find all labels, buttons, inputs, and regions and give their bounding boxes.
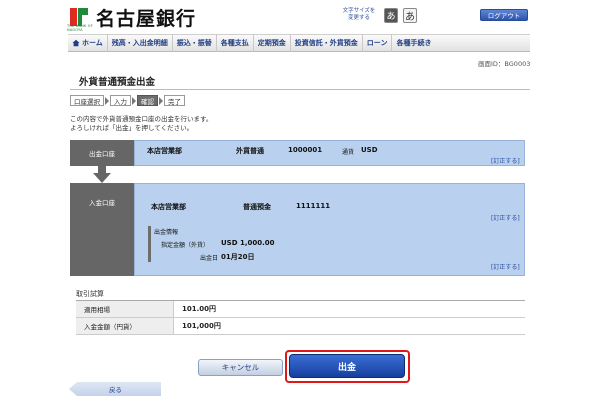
trial-calc-table: 適用相場 101.00円 入金金額（円貨） 101,000円 [76, 300, 525, 335]
debit-currency: USD [361, 146, 378, 154]
instruction-line: この内容で外貨普通預金口座の出金を行います。 [70, 115, 213, 123]
withdraw-button[interactable]: 出金 [289, 354, 405, 378]
debit-currency-label: 通貨 [342, 149, 355, 156]
table-row: 入金金額（円貨） 101,000円 [76, 318, 525, 335]
debit-type: 外貨普通 [236, 147, 264, 155]
step-confirm: 確認 [137, 95, 158, 106]
title-divider [70, 89, 530, 90]
table-row: 適用相場 101.00円 [76, 301, 525, 318]
credit-edit-link[interactable]: [訂正する] [491, 213, 520, 222]
nav-item-balance[interactable]: 残高・入出金明細 [108, 34, 173, 52]
instruction-line: よろしければ「出金」を押してください。 [70, 124, 194, 132]
nav-item-payments[interactable]: 各種支払 [217, 34, 254, 52]
font-small-button[interactable]: あ [384, 8, 398, 23]
amount-value: USD 1,000.00 [221, 239, 275, 247]
step-complete: 完了 [164, 95, 185, 106]
rate-value: 101.00円 [182, 305, 217, 313]
logout-button[interactable]: ログアウト [480, 9, 528, 21]
nav-item-procedures[interactable]: 各種手続き [392, 34, 435, 52]
header: THE BANK OF NAGOYA 名古屋銀行 文字サイズを変更する あ あ … [0, 0, 600, 33]
debit-edit-link[interactable]: [訂正する] [491, 156, 520, 165]
debit-number: 1000001 [288, 146, 323, 154]
debit-branch: 本店営業部 [147, 147, 182, 155]
step-indicator: 口座選択 入力 確認 完了 [70, 95, 185, 106]
back-button[interactable]: 戻る [69, 382, 161, 396]
credit-account-panel: 本店営業部 普通預金 1111111 [訂正する] 出金情報 指定金額（外貨） … [134, 183, 525, 276]
cancel-button[interactable]: キャンセル [198, 359, 283, 376]
nav-item-investment[interactable]: 投資信託・外貨預金 [291, 34, 363, 52]
credit-account-label: 入金口座 [70, 183, 134, 276]
trial-calc-title: 取引試算 [76, 290, 104, 298]
nav-item-transfer[interactable]: 振込・振替 [173, 34, 217, 52]
amount-label: 指定金額（外貨） [161, 242, 210, 249]
step-arrow-icon [105, 96, 109, 105]
debit-account-label: 出金口座 [70, 140, 134, 166]
credit-type: 普通預金 [243, 203, 271, 211]
credit-number: 1111111 [296, 202, 331, 210]
step-input: 入力 [110, 95, 131, 106]
nav-item-loan[interactable]: ローン [363, 34, 393, 52]
nav-item-label: ホーム [82, 39, 103, 47]
instructions: この内容で外貨普通預金口座の出金を行います。 よろしければ「出金」を押してくださ… [70, 115, 212, 133]
date-value: 01月20日 [221, 253, 255, 261]
font-large-button[interactable]: あ [403, 8, 417, 23]
date-label: 出金日 [200, 255, 219, 262]
step-arrow-icon [159, 96, 163, 105]
fx-info-label: 出金情報 [154, 229, 179, 236]
page-title: 外貨普通預金出金 [70, 74, 525, 88]
rate-label: 適用相場 [76, 301, 174, 317]
bank-name: 名古屋銀行 [96, 8, 197, 30]
logo-subtext: THE BANK OF NAGOYA [67, 24, 93, 32]
font-size-label: 文字サイズを変更する [342, 8, 376, 21]
step-arrow-icon [132, 96, 136, 105]
credit-branch: 本店営業部 [151, 203, 186, 211]
fx-edit-link[interactable]: [訂正する] [491, 262, 520, 271]
screen-id: 画面ID：BG0003 [478, 60, 531, 68]
step-select-account: 口座選択 [70, 95, 104, 106]
arrow-down-icon [93, 166, 111, 183]
nav-item-time-deposit[interactable]: 定期預金 [254, 34, 291, 52]
debit-account-panel: 本店営業部 外貨普通 1000001 通貨 USD [訂正する] [134, 140, 525, 166]
global-nav: ホーム 残高・入出金明細 振込・振替 各種支払 定期預金 投資信託・外貨預金 ロ… [68, 34, 530, 52]
fx-info-bar [148, 226, 151, 262]
home-icon [72, 39, 80, 47]
yen-amount-value: 101,000円 [182, 322, 221, 330]
yen-amount-label: 入金金額（円貨） [76, 318, 174, 334]
nav-item-home[interactable]: ホーム [68, 34, 108, 52]
